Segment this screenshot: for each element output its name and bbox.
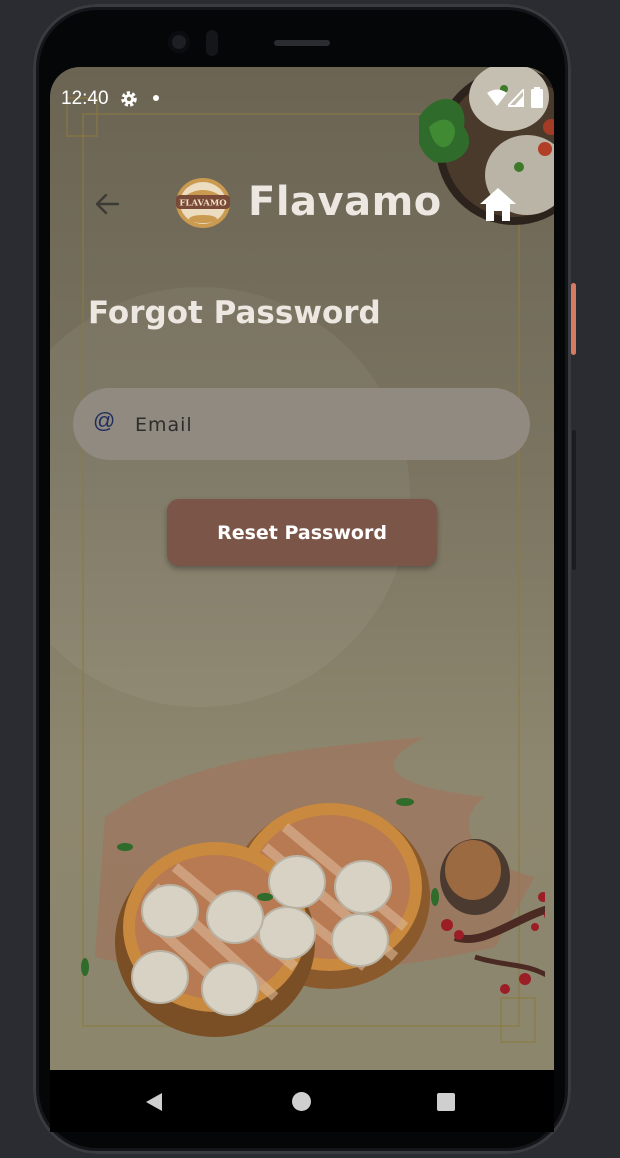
back-triangle-icon[interactable] <box>145 1092 163 1112</box>
volume-button <box>572 430 576 570</box>
app-screen: 12:40 FLAVAMO Flavamo Forgot Password @ … <box>50 67 554 1070</box>
power-button <box>571 283 576 355</box>
sensor <box>206 30 218 56</box>
home-circle-icon[interactable] <box>292 1092 311 1111</box>
email-input[interactable] <box>133 402 517 448</box>
earpiece-speaker <box>274 40 330 46</box>
recents-square-icon[interactable] <box>437 1093 455 1111</box>
notification-dot-icon <box>153 95 159 101</box>
email-field[interactable]: @ <box>73 388 530 460</box>
back-arrow-icon[interactable] <box>92 189 122 219</box>
system-nav-bar <box>50 1070 554 1132</box>
reset-password-button[interactable]: Reset Password <box>167 499 437 566</box>
dumplings-illustration <box>81 737 545 1037</box>
svg-text:FLAVAMO: FLAVAMO <box>179 199 227 209</box>
at-icon: @ <box>93 408 116 433</box>
home-icon[interactable] <box>478 185 518 225</box>
status-bar: 12:40 <box>50 67 554 131</box>
battery-icon <box>531 87 543 108</box>
signal-icon <box>508 89 524 107</box>
gear-icon <box>121 91 137 107</box>
app-bar: FLAVAMO Flavamo <box>50 167 554 247</box>
status-time: 12:40 <box>61 88 109 109</box>
front-camera <box>168 31 190 53</box>
page-title: Forgot Password <box>88 295 381 331</box>
brand-name: Flavamo <box>248 179 442 225</box>
wifi-icon <box>487 89 507 106</box>
flavamo-logo: FLAVAMO <box>176 178 230 228</box>
